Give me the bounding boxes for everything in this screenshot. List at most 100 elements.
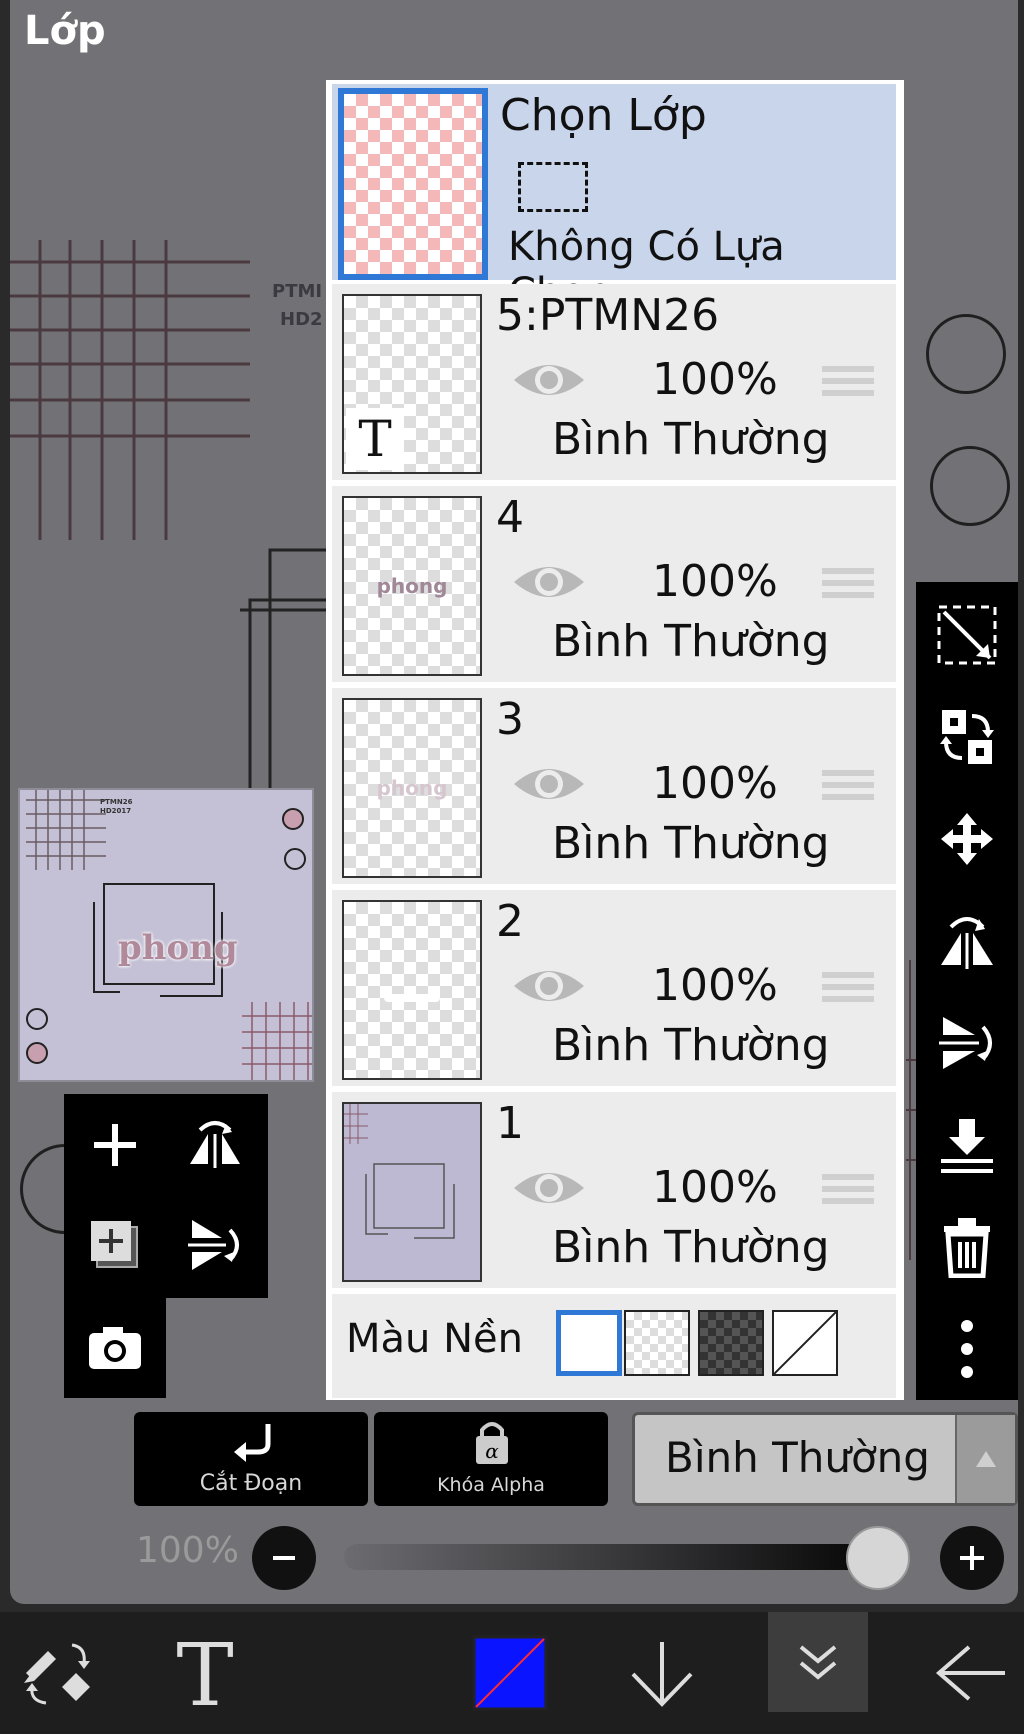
layer-name: 3 xyxy=(496,694,524,745)
background-white-swatch[interactable] xyxy=(556,1310,622,1376)
blend-mode-select[interactable]: Bình Thường xyxy=(632,1412,1018,1506)
collapse-icon xyxy=(799,1645,837,1680)
lock-icon: α xyxy=(476,1422,508,1464)
opacity-slider-thumb[interactable] xyxy=(846,1526,910,1590)
more-icon xyxy=(961,1320,973,1378)
flip-vertical-button[interactable] xyxy=(170,1200,260,1290)
drag-handle-icon[interactable] xyxy=(822,972,874,1012)
layer-thumbnail: T xyxy=(342,294,482,474)
layer-thumbnail: phong xyxy=(342,496,482,676)
bottom-toolbar: T xyxy=(0,1612,1024,1734)
layer-blend-mode: Bình Thường xyxy=(552,818,830,869)
add-layer-button[interactable] xyxy=(70,1100,160,1190)
flip-h-icon xyxy=(941,917,993,969)
layer-thumbnail xyxy=(342,900,482,1080)
swap-layer-button[interactable] xyxy=(928,698,1006,776)
selection-layer-title: Chọn Lớp xyxy=(500,90,707,141)
visibility-eye-icon[interactable] xyxy=(512,358,586,402)
visibility-eye-icon[interactable] xyxy=(512,964,586,1008)
flip-horizontal-tool-button[interactable] xyxy=(928,902,1006,980)
none-slash-icon xyxy=(773,1311,837,1375)
text-layer-icon: T xyxy=(346,408,404,470)
text-tool-button[interactable]: T xyxy=(150,1612,260,1734)
drag-handle-icon[interactable] xyxy=(822,770,874,810)
swap-layer-icon xyxy=(940,710,994,764)
opacity-decrease-button[interactable] xyxy=(252,1526,316,1590)
layer-thumbnail xyxy=(342,1102,482,1282)
clip-arrow-icon xyxy=(234,1424,271,1462)
layer-row-3[interactable]: phong 3 100% Bình Thường xyxy=(332,688,896,884)
minus-icon xyxy=(273,1556,295,1560)
preview-grid xyxy=(242,1002,312,1080)
opacity-increase-button[interactable] xyxy=(940,1526,1004,1590)
clipping-label: Cắt Đoạn xyxy=(199,1471,303,1496)
canvas-circle xyxy=(926,314,1006,394)
flip-horizontal-button[interactable] xyxy=(170,1100,260,1190)
opacity-label: 100% xyxy=(136,1530,239,1571)
add-layer-icon xyxy=(91,1221,138,1268)
layer-down-button[interactable] xyxy=(612,1612,712,1734)
layer-opacity: 100% xyxy=(652,354,778,405)
layer-row-4[interactable]: phong 4 100% Bình Thường xyxy=(332,486,896,682)
canvas-circle xyxy=(930,446,1010,526)
visibility-eye-icon[interactable] xyxy=(512,560,586,604)
layer-row-2[interactable]: 2 100% Bình Thường xyxy=(332,890,896,1086)
layer-blend-mode: Bình Thường xyxy=(552,616,830,667)
preview-tag: PTMN26 HD2017 xyxy=(100,798,133,815)
camera-button[interactable] xyxy=(70,1302,160,1392)
drag-handle-icon[interactable] xyxy=(822,1174,874,1214)
background-none-swatch[interactable] xyxy=(772,1310,838,1376)
select-tool-button[interactable] xyxy=(928,596,1006,674)
blend-mode-arrow[interactable] xyxy=(955,1415,1015,1503)
preview-grid xyxy=(26,790,106,870)
visibility-eye-icon[interactable] xyxy=(512,762,586,806)
background-transparent-swatch[interactable] xyxy=(624,1310,690,1376)
drag-handle-icon[interactable] xyxy=(822,366,874,406)
trash-icon xyxy=(944,1218,990,1278)
thumbnail-text: phong xyxy=(376,574,448,598)
more-options-button[interactable] xyxy=(928,1310,1006,1388)
arrow-down-icon xyxy=(631,1642,693,1707)
clipping-button[interactable]: Cắt Đoạn xyxy=(134,1412,368,1506)
layer-blend-mode: Bình Thường xyxy=(552,1020,830,1071)
background-color-label: Màu Nền xyxy=(346,1316,523,1362)
thumbnail-frame xyxy=(344,1104,455,1239)
background-dark-checker-swatch[interactable] xyxy=(698,1310,764,1376)
layer-name: 4 xyxy=(496,492,524,543)
layer-name: 5:PTMN26 xyxy=(496,290,720,341)
tool-switch-button[interactable] xyxy=(8,1612,108,1734)
opacity-slider-track[interactable] xyxy=(344,1544,910,1570)
flip-v-icon xyxy=(939,1017,992,1069)
visibility-eye-icon[interactable] xyxy=(512,1166,586,1210)
move-button[interactable] xyxy=(928,800,1006,878)
layer-blend-mode: Bình Thường xyxy=(552,1222,830,1273)
camera-icon xyxy=(89,1327,141,1369)
flip-vertical-tool-button[interactable] xyxy=(928,1004,1006,1082)
blend-mode-value: Bình Thường xyxy=(665,1433,930,1482)
canvas-title-text: PTMI HD2 xyxy=(272,281,323,330)
merge-down-button[interactable] xyxy=(928,1106,1006,1184)
layers-list: Chọn Lớp Không Có Lựa Chọn T 5:PTMN26 10… xyxy=(326,80,904,1400)
canvas-preview[interactable]: PTMN26 HD2017 phong xyxy=(18,788,314,1082)
back-button[interactable] xyxy=(920,1612,1020,1734)
selection-layer-row[interactable]: Chọn Lớp Không Có Lựa Chọn xyxy=(332,84,896,316)
delete-layer-button[interactable] xyxy=(928,1208,1006,1286)
no-selection-icon xyxy=(518,162,588,212)
move-icon xyxy=(941,813,993,865)
layer-opacity: 100% xyxy=(652,960,778,1011)
layer-row-1[interactable]: 1 100% Bình Thường xyxy=(332,1092,896,1288)
background-color-row: Màu Nền xyxy=(332,1294,896,1398)
drag-handle-icon[interactable] xyxy=(822,568,874,608)
preview-logo: phong xyxy=(118,928,238,968)
color-picker-button[interactable] xyxy=(460,1612,560,1734)
preview-circle xyxy=(26,1042,48,1064)
right-toolbar xyxy=(916,582,1018,1400)
duplicate-layer-button[interactable] xyxy=(70,1200,160,1290)
flip-vertical-icon xyxy=(188,1220,239,1270)
layer-opacity: 100% xyxy=(652,758,778,809)
canvas-grid-decoration xyxy=(10,240,250,540)
layer-row-5[interactable]: T 5:PTMN26 100% Bình Thường xyxy=(332,284,896,480)
layer-name: 2 xyxy=(496,896,524,947)
layers-panel-button[interactable] xyxy=(768,1612,868,1712)
alpha-lock-button[interactable]: α Khóa Alpha xyxy=(374,1412,608,1506)
